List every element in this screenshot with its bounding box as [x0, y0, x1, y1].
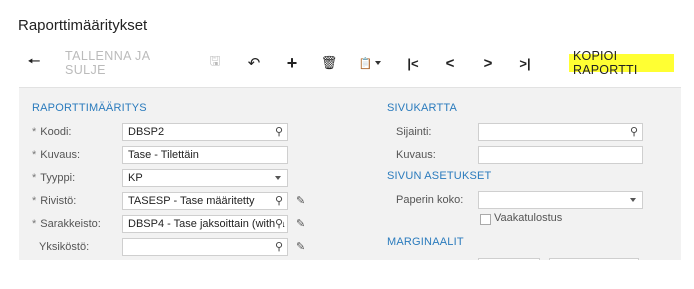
- edit-icon[interactable]: ✎: [296, 217, 305, 230]
- rivisto-field[interactable]: TASESP - Tase määritetty ⚲: [122, 192, 288, 210]
- first-page-icon[interactable]: |<: [401, 47, 425, 79]
- yksikosto-label: Yksiköstö:: [39, 241, 90, 253]
- chevron-down-icon: [375, 61, 382, 65]
- undo-icon[interactable]: ↶: [242, 47, 266, 79]
- landscape-checkbox[interactable]: [480, 214, 491, 225]
- margin-field-1[interactable]: [478, 258, 540, 260]
- landscape-label: Vaakatulostus: [494, 212, 563, 224]
- sarakkeisto-label: * Sarakkeisto:: [32, 218, 101, 230]
- kuvaus-field[interactable]: Tase - Tilettäin: [122, 146, 288, 164]
- tyyppi-label: * Tyyppi:: [32, 172, 76, 184]
- sijainti-label: Sijainti:: [396, 126, 432, 138]
- trash-icon[interactable]: 🗑: [317, 47, 341, 79]
- sitemap-kuvaus-field[interactable]: [478, 146, 643, 164]
- sitemap-kuvaus-label: Kuvaus:: [396, 149, 436, 161]
- report-def-heading: RAPORTTIMÄÄRITYS: [32, 102, 147, 114]
- plus-icon[interactable]: +: [280, 47, 304, 79]
- last-page-icon[interactable]: >|: [513, 47, 537, 79]
- save-icon[interactable]: 🖫: [203, 47, 227, 79]
- margins-heading: MARGINAALIT: [387, 236, 464, 248]
- koodi-label: * Koodi:: [32, 126, 72, 138]
- chevron-down-icon: [630, 198, 636, 202]
- margin-field-2[interactable]: [549, 258, 639, 260]
- clipboard-icon[interactable]: 📋: [354, 47, 386, 79]
- next-icon[interactable]: >: [476, 47, 500, 79]
- search-icon[interactable]: ⚲: [275, 124, 283, 140]
- back-arrow-icon[interactable]: 🠔: [18, 47, 50, 79]
- page-title: Raporttimääritykset: [18, 17, 148, 34]
- paper-size-label: Paperin koko:: [396, 194, 464, 206]
- search-icon[interactable]: ⚲: [630, 124, 638, 140]
- yksikosto-field[interactable]: ⚲: [122, 238, 288, 256]
- koodi-field[interactable]: DBSP2 ⚲: [122, 123, 288, 141]
- previous-icon[interactable]: <: [438, 47, 462, 79]
- tyyppi-select[interactable]: KP: [122, 169, 288, 187]
- sitemap-heading: SIVUKARTTA: [387, 102, 458, 114]
- sarakkeisto-field[interactable]: DBSP4 - Tase jaksoittain (with a ⚲: [122, 215, 288, 233]
- page-settings-heading: SIVUN ASETUKSET: [387, 170, 492, 182]
- save-and-close-button[interactable]: TALLENNA JA SULJE: [65, 47, 190, 79]
- edit-icon[interactable]: ✎: [296, 240, 305, 253]
- edit-icon[interactable]: ✎: [296, 194, 305, 207]
- clipboard-glyph: 📋: [358, 57, 373, 70]
- form-panel: RAPORTTIMÄÄRITYS * Koodi: DBSP2 ⚲ * Kuvaus…: [19, 87, 681, 260]
- kuvaus-label: * Kuvaus:: [32, 149, 81, 161]
- paper-size-select[interactable]: [478, 191, 643, 209]
- toolbar: 🠔 TALLENNA JA SULJE 🖫 ↶ + 🗑 📋 |< < > >| …: [18, 47, 674, 79]
- chevron-down-icon: [275, 176, 281, 180]
- copy-report-button[interactable]: KOPIOI RAPORTTI: [569, 49, 674, 77]
- sijainti-field[interactable]: ⚲: [478, 123, 643, 141]
- search-icon[interactable]: ⚲: [274, 216, 283, 232]
- search-icon[interactable]: ⚲: [275, 193, 283, 209]
- rivisto-label: * Rivistö:: [32, 195, 77, 207]
- search-icon[interactable]: ⚲: [275, 239, 283, 255]
